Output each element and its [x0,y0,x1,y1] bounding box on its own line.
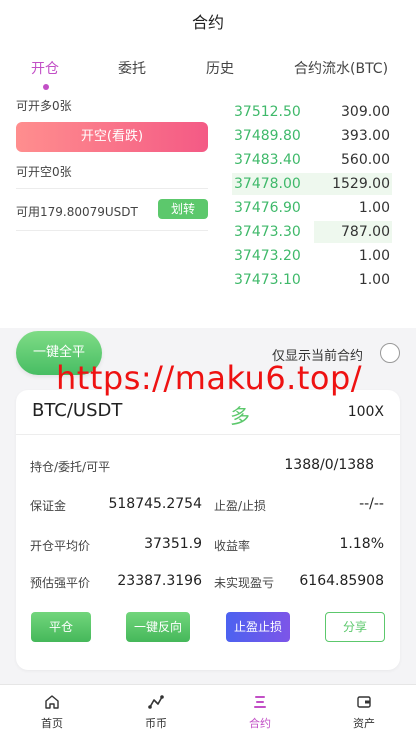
page-title: 合约 [0,0,416,46]
order-book-qty: 1.00 [358,248,390,264]
position-leverage: 100X [347,404,384,420]
order-book-row[interactable]: 37473.10 1.00 [232,268,392,292]
order-book-price: 37473.30 [234,224,301,240]
tab-orders[interactable]: 委托 [118,58,146,78]
tabbar-label: 合约 [249,717,271,730]
order-book-price: 37489.80 [234,128,301,144]
order-book-qty: 560.00 [341,152,390,168]
tab-flow[interactable]: 合约流水(BTC) [294,58,388,78]
can-open-long: 可开多0张 [16,99,72,113]
exchange-icon [148,695,164,709]
order-book-price: 37476.90 [234,200,301,216]
order-book-row[interactable]: 37512.50 309.00 [232,100,392,124]
order-book-qty: 1529.00 [332,176,390,192]
yield-label: 收益率 [214,539,251,553]
can-open-short: 可开空0张 [16,165,72,179]
tabbar-assets[interactable]: 资产 [312,685,416,737]
active-tab-indicator [43,84,49,90]
watermark-url: https://maku6.top/ [56,359,363,397]
order-book-row[interactable]: 37489.80 393.00 [232,124,392,148]
margin-label: 保证金 [30,499,67,513]
tpsl-value: --/-- [359,496,384,512]
tabbar-label: 资产 [353,717,375,730]
order-book-qty: 1.00 [358,272,390,288]
contract-icon [254,696,266,708]
order-book-row[interactable]: 37473.30 787.00 [232,220,392,244]
divider [16,230,208,231]
tabbar-label: 币币 [145,717,167,730]
tabbar-label: 首页 [41,717,63,730]
wallet-icon [357,696,371,708]
tpsl-label: 止盈/止损 [214,499,267,513]
available-balance: 可用179.80079USDT [16,205,138,219]
order-book-price: 37483.40 [234,152,301,168]
hold-label: 持仓/委托/可平 [30,460,111,474]
order-book-row[interactable]: 37483.40 560.00 [232,148,392,172]
order-book-qty: 787.00 [341,224,390,240]
position-pair: BTC/USDT [32,400,123,421]
liq-price-value: 23387.3196 [117,573,202,589]
tabbar-exchange[interactable]: 币币 [104,685,208,737]
divider [16,188,208,189]
tab-history[interactable]: 历史 [206,58,234,78]
share-button[interactable]: 分享 [325,612,385,642]
order-book-price: 37478.00 [234,176,301,192]
open-short-button[interactable]: 开空(看跌) [16,122,208,152]
reverse-position-button[interactable]: 一键反向 [126,612,190,642]
avg-price-value: 37351.9 [144,536,202,552]
unrealized-pnl-label: 未实现盈亏 [214,576,275,590]
order-book-price: 37473.10 [234,272,301,288]
order-book-qty: 1.00 [358,200,390,216]
transfer-button[interactable]: 划转 [158,199,208,219]
position-card: BTC/USDT 多 100X 持仓/委托/可平 1388/0/1388 保证金… [16,390,400,670]
tabbar-contract[interactable]: 合约 [208,685,312,737]
home-icon [45,695,59,709]
bottom-tab-bar: 首页 币币 合约 资产 [0,684,416,737]
avg-price-label: 开仓平均价 [30,539,91,553]
order-book-qty: 309.00 [341,104,390,120]
order-book-row[interactable]: 37478.00 1529.00 [232,172,392,196]
close-position-button[interactable]: 平仓 [31,612,91,642]
position-direction: 多 [230,404,250,428]
order-book-row[interactable]: 37473.20 1.00 [232,244,392,268]
margin-value: 518745.2754 [108,496,202,512]
order-book-price: 37473.20 [234,248,301,264]
order-book-qty: 393.00 [341,128,390,144]
tabbar-home[interactable]: 首页 [0,685,104,737]
yield-value: 1.18% [339,536,384,552]
liq-price-label: 预估强平价 [30,576,91,590]
order-book: 37512.50 309.00 37489.80 393.00 37483.40 560.… [232,100,392,292]
trade-panel: 可开多0张 开空(看跌) 可开空0张 可用179.80079USDT 划转 37… [0,92,416,328]
order-book-row[interactable]: 37476.90 1.00 [232,196,392,220]
only-current-radio[interactable] [380,343,400,363]
tab-open[interactable]: 开仓 [31,58,59,78]
tpsl-button[interactable]: 止盈止损 [226,612,290,642]
unrealized-pnl-value: 6164.85908 [299,573,384,589]
order-book-price: 37512.50 [234,104,301,120]
divider [16,434,400,435]
tab-bar: 开仓 委托 历史 合约流水(BTC) [0,46,416,92]
hold-value: 1388/0/1388 [284,457,374,473]
